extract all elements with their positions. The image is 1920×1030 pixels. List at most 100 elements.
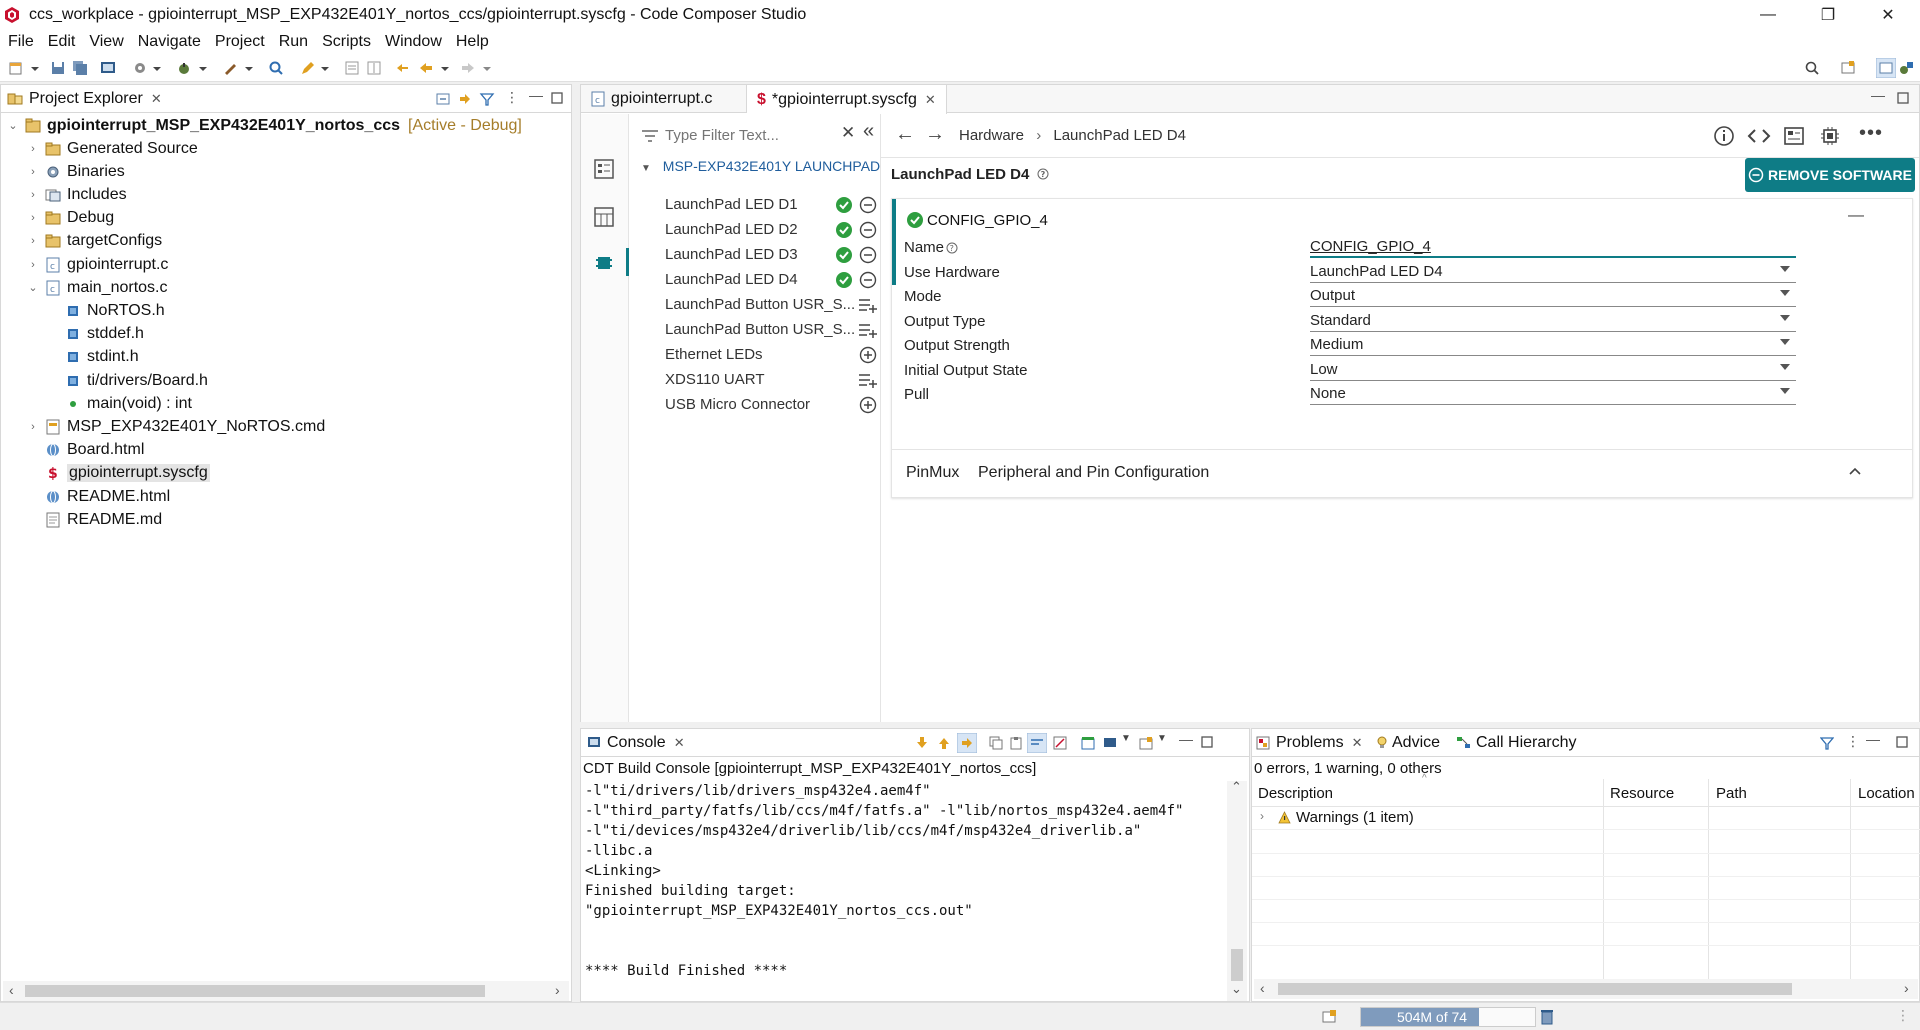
minimize-view-icon[interactable]: — [1179, 731, 1193, 747]
column-path[interactable]: Path [1716, 785, 1747, 802]
new-dropdown-icon[interactable] [30, 60, 40, 76]
scroll-lock-up-icon[interactable] [937, 736, 951, 750]
menu-file[interactable]: File [0, 33, 41, 51]
scroll-right-icon[interactable]: › [555, 982, 560, 998]
type-filter-input[interactable] [665, 123, 835, 147]
add-to-list-icon[interactable] [858, 371, 878, 389]
field-select[interactable]: Low [1310, 358, 1796, 381]
scroll-lock-down-icon[interactable] [915, 736, 929, 750]
maximize-view-icon[interactable] [1896, 736, 1908, 748]
tree-item[interactable]: › Includes [27, 183, 126, 206]
hardware-item[interactable]: LaunchPad Button USR_S... [665, 319, 877, 341]
word-wrap-icon[interactable] [1027, 733, 1047, 753]
field-select[interactable]: LaunchPad LED D4 [1310, 260, 1796, 283]
chip-view-icon[interactable] [1819, 125, 1841, 147]
tree-item[interactable]: Board.html [27, 439, 144, 462]
display-console-icon[interactable] [1103, 736, 1117, 750]
close-tab-icon[interactable]: ✕ [674, 735, 685, 751]
scroll-left-icon[interactable]: ‹ [9, 982, 14, 998]
board-view-icon[interactable] [1783, 125, 1805, 147]
dropdown-arrow-icon[interactable] [1780, 388, 1790, 394]
tree-item[interactable]: › targetConfigs [27, 230, 162, 253]
minimize-button[interactable]: — [1740, 0, 1796, 30]
chevron-right-icon[interactable]: › [27, 143, 39, 155]
pen-icon[interactable] [300, 60, 316, 76]
code-view-icon[interactable] [1747, 125, 1771, 147]
menu-project[interactable]: Project [208, 33, 272, 51]
tools-icon[interactable] [222, 60, 238, 76]
close-window-button[interactable]: ✕ [1860, 0, 1916, 30]
tab-gpiointerrupt-syscfg[interactable]: $ *gpiointerrupt.syscfg ✕ [747, 85, 947, 114]
chevron-down-icon[interactable]: ⌄ [7, 119, 19, 132]
more-options-icon[interactable]: ••• [1859, 122, 1883, 145]
build-icon[interactable] [132, 60, 148, 76]
hardware-item[interactable]: LaunchPad LED D1 [665, 194, 877, 216]
resize-grip-icon[interactable]: ⋮ [1896, 1007, 1910, 1024]
add-circle-icon[interactable] [859, 346, 877, 364]
remove-circle-icon[interactable] [859, 246, 877, 264]
scroll-right-icon[interactable]: › [1904, 980, 1909, 996]
config-header[interactable]: CONFIG_GPIO_4 [906, 211, 1048, 229]
layout-icon[interactable] [344, 60, 360, 76]
field-select[interactable]: Output [1310, 284, 1796, 307]
close-tab-icon[interactable]: ✕ [1352, 735, 1363, 751]
build-dropdown-icon[interactable] [152, 60, 162, 76]
column-description[interactable]: Description [1258, 785, 1333, 802]
menu-help[interactable]: Help [449, 33, 496, 51]
software-view-icon[interactable] [593, 158, 615, 180]
chevron-right-icon[interactable]: › [27, 259, 39, 271]
collapse-config-icon[interactable]: — [1848, 207, 1864, 225]
close-tab-icon[interactable]: ✕ [151, 91, 162, 107]
name-input[interactable]: CONFIG_GPIO_4 [1310, 235, 1796, 258]
nav-back-icon[interactable]: ← [895, 123, 915, 146]
display-console-dropdown-icon[interactable]: ▼ [1121, 733, 1131, 744]
menu-run[interactable]: Run [272, 33, 315, 51]
tree-item[interactable]: stddef.h [47, 323, 144, 346]
tree-item[interactable]: ti/drivers/Board.h [47, 369, 208, 392]
menu-navigate[interactable]: Navigate [131, 33, 208, 51]
minimize-view-icon[interactable]: — [1871, 87, 1885, 103]
tools-dropdown-icon[interactable] [244, 60, 254, 76]
dropdown-arrow-icon[interactable] [1780, 363, 1790, 370]
open-console-icon[interactable] [1139, 736, 1153, 750]
tab-project-explorer[interactable]: Project Explorer ✕ [7, 85, 162, 113]
debug-icon[interactable] [176, 60, 192, 76]
tree-item[interactable]: NoRTOS.h [47, 299, 165, 322]
last-edit-icon[interactable] [394, 60, 410, 76]
open-console-dropdown-icon[interactable]: ▼ [1157, 733, 1167, 744]
collapse-panel-icon[interactable]: « [863, 120, 874, 143]
field-select[interactable]: None [1310, 382, 1796, 405]
field-select[interactable]: Medium [1310, 333, 1796, 356]
menu-scripts[interactable]: Scripts [315, 33, 378, 51]
ccs-debug-perspective-icon[interactable] [1898, 60, 1914, 76]
add-circle-icon[interactable] [859, 396, 877, 414]
column-location[interactable]: Location [1858, 785, 1915, 802]
debug-dropdown-icon[interactable] [198, 60, 208, 76]
problems-horizontal-scrollbar[interactable]: ‹ › [1254, 979, 1918, 999]
tab-problems[interactable]: Problems ✕ [1256, 729, 1362, 757]
chevron-down-icon[interactable]: ⌄ [27, 281, 39, 294]
chevron-right-icon[interactable]: › [27, 235, 39, 247]
column-resource[interactable]: Resource [1610, 785, 1674, 802]
dropdown-arrow-icon[interactable] [1780, 314, 1790, 321]
tree-item[interactable]: › Debug [27, 207, 114, 230]
chevron-right-icon[interactable]: › [27, 189, 39, 201]
notification-icon[interactable] [1322, 1009, 1338, 1025]
chevron-up-icon[interactable] [1848, 466, 1862, 476]
pen-dropdown-icon[interactable] [320, 60, 330, 76]
close-tab-icon[interactable]: ✕ [925, 92, 936, 108]
hardware-item[interactable]: XDS110 UART [665, 369, 877, 391]
restore-button[interactable]: ❐ [1800, 0, 1856, 30]
help-icon[interactable]: ? [946, 242, 958, 254]
view-menu-icon[interactable]: ⋮ [505, 89, 519, 106]
tab-console[interactable]: Console ✕ [587, 729, 685, 757]
pinmux-section[interactable]: PinMux Peripheral and Pin Configuration [892, 449, 1912, 497]
search-tool-icon[interactable] [268, 60, 284, 76]
field-select[interactable]: Standard [1310, 309, 1796, 332]
tree-item[interactable]: › c gpiointerrupt.c [27, 253, 168, 276]
clear-filter-icon[interactable]: ✕ [841, 123, 855, 143]
tab-gpiointerrupt-c[interactable]: c gpiointerrupt.c [585, 85, 747, 113]
tree-item[interactable]: › Binaries [27, 160, 125, 183]
scroll-thumb[interactable] [1278, 983, 1792, 995]
tab-advice[interactable]: Advice [1376, 729, 1440, 757]
